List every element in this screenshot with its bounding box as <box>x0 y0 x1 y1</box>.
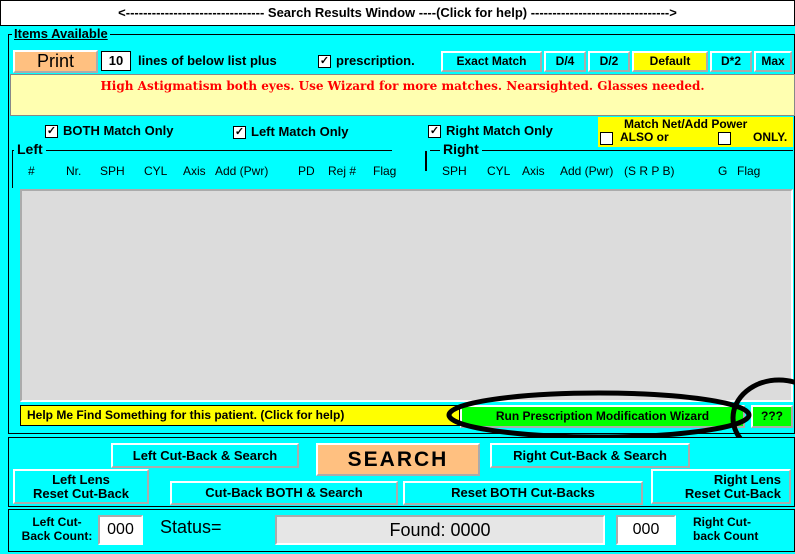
right-count-label-line2: back Count <box>693 529 759 543</box>
right-cutback-search-button[interactable]: Right Cut-Back & Search <box>490 443 690 468</box>
left-lens-reset-line2: Reset Cut-Back <box>32 486 130 501</box>
left-count-label-line1: Left Cut- <box>32 515 82 529</box>
left-cutback-count: 000 <box>98 515 143 545</box>
left-count-label-line2: Back Count: <box>21 529 93 543</box>
left-cutback-search-button[interactable]: Left Cut-Back & Search <box>111 443 299 468</box>
right-count-label: Right Cut- back Count <box>693 515 783 543</box>
reset-both-cutbacks-button[interactable]: Reset BOTH Cut-Backs <box>403 481 643 505</box>
cutback-both-search-button[interactable]: Cut-Back BOTH & Search <box>170 481 398 505</box>
right-count-label-line1: Right Cut- <box>693 515 751 529</box>
left-lens-reset-button[interactable]: Left Lens Reset Cut-Back <box>13 469 149 504</box>
search-button[interactable]: SEARCH <box>316 443 480 476</box>
right-cutback-count: 000 <box>616 515 676 545</box>
right-lens-reset-line1: Right Lens <box>713 472 781 487</box>
found-status-field: Found: 0000 <box>275 515 605 545</box>
left-lens-reset-line1: Left Lens <box>52 472 110 487</box>
status-label: Status= <box>160 517 222 537</box>
right-lens-reset-button[interactable]: Right Lens Reset Cut-Back <box>651 469 791 504</box>
right-lens-reset-line2: Reset Cut-Back <box>684 486 781 501</box>
wizard-highlight-circle <box>446 390 752 440</box>
left-count-label: Left Cut- Back Count: <box>16 515 98 543</box>
